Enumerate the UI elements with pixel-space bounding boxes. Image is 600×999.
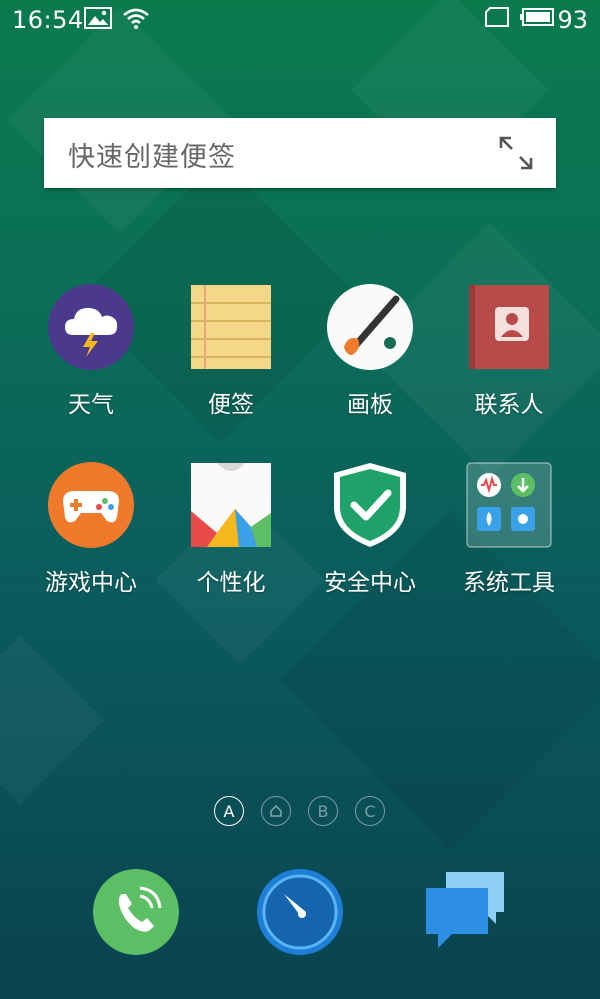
app-drawing-board[interactable]: 画板 [300, 283, 440, 419]
weather-icon[interactable] [47, 283, 135, 371]
expand-icon[interactable] [498, 135, 534, 171]
app-label: 个性化 [196, 570, 266, 596]
notes-icon[interactable] [187, 283, 275, 371]
app-label: 系统工具 [463, 570, 555, 596]
app-game-center[interactable]: 游戏中心 [21, 461, 161, 597]
phone-icon[interactable] [92, 868, 180, 956]
game-controller-icon[interactable] [47, 461, 135, 549]
messages-icon[interactable] [422, 868, 510, 956]
app-label: 游戏中心 [45, 570, 137, 596]
page-dot-b[interactable]: B [308, 796, 338, 826]
app-label: 天气 [68, 392, 114, 418]
page-dot-c[interactable]: C [355, 796, 385, 826]
app-notes[interactable]: 便签 [161, 283, 301, 419]
sim-card-icon [485, 7, 509, 27]
status-bar: 16:54 93 [0, 0, 600, 42]
folder-system-tools[interactable]: 系统工具 [439, 461, 579, 597]
quick-note-placeholder[interactable]: 快速创建便签 [68, 135, 236, 174]
app-security-center[interactable]: 安全中心 [300, 461, 440, 597]
dock-phone[interactable] [92, 868, 180, 956]
app-label: 画板 [347, 392, 393, 418]
app-label: 便签 [208, 392, 254, 418]
app-personalization[interactable]: 个性化 [161, 461, 301, 597]
clock: 16:54 [12, 6, 84, 34]
wifi-icon [123, 8, 149, 29]
page-dot-a[interactable]: A [214, 796, 244, 826]
quick-note-widget[interactable]: 快速创建便签 [44, 118, 556, 188]
browser-compass-icon[interactable] [256, 868, 344, 956]
dock-messages[interactable] [422, 868, 510, 956]
app-contacts[interactable]: 联系人 [439, 283, 579, 419]
app-label: 联系人 [474, 392, 544, 418]
palette-icon[interactable] [326, 283, 414, 371]
shield-check-icon[interactable] [326, 461, 414, 549]
gallery-icon [84, 7, 112, 29]
app-label: 安全中心 [324, 570, 416, 596]
system-tools-folder-icon[interactable] [465, 461, 553, 549]
page-indicator: A B C [0, 796, 600, 828]
contacts-icon[interactable] [465, 283, 553, 371]
dock-browser[interactable] [256, 868, 344, 956]
page-dot-home[interactable] [261, 796, 291, 826]
theme-shirt-icon[interactable] [187, 461, 275, 549]
home-icon [270, 804, 282, 817]
battery-icon [520, 8, 554, 26]
battery-level: 93 [557, 6, 588, 34]
app-weather[interactable]: 天气 [21, 283, 161, 419]
